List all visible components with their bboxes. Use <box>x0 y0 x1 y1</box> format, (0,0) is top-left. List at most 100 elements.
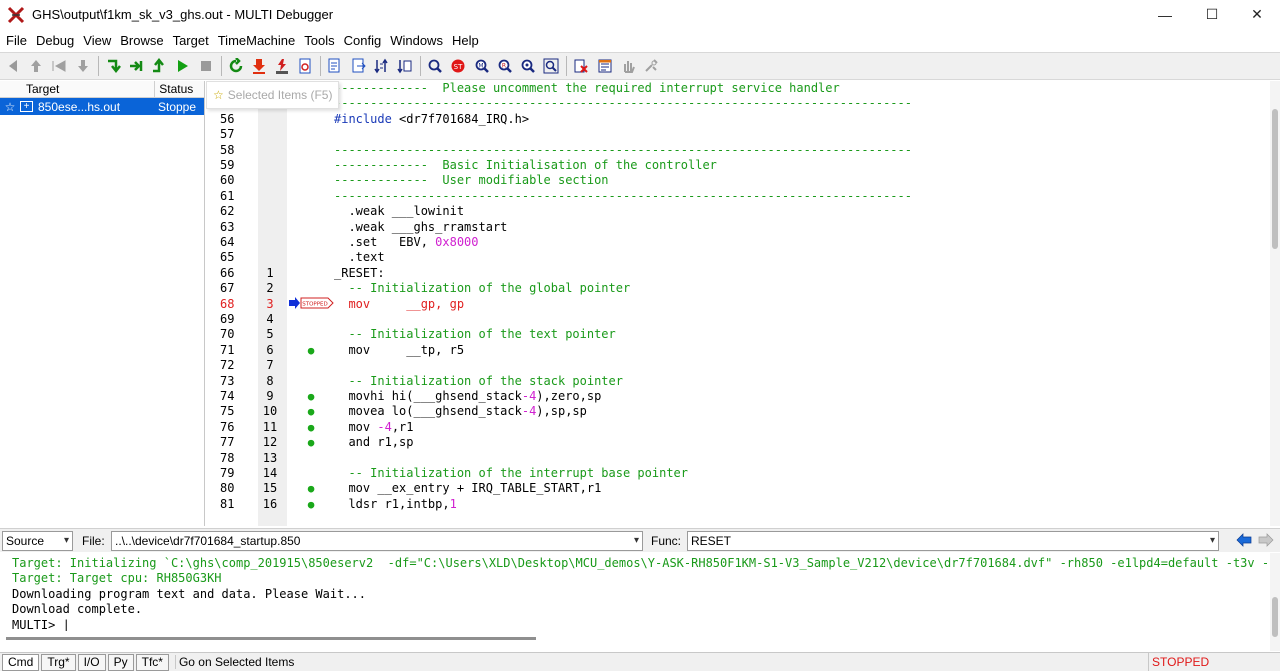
source-pane[interactable]: 54 ------------- Please uncomment the req… <box>206 81 1270 600</box>
menu-browse[interactable]: Browse <box>116 33 167 48</box>
command-pane[interactable]: Target: Initializing `C:\ghs\comp_201915… <box>0 553 1280 632</box>
back-icon[interactable] <box>2 55 24 77</box>
close-button[interactable]: ✕ <box>1234 0 1280 29</box>
call-stack-icon[interactable] <box>371 55 393 77</box>
source-line[interactable]: 58 --------------------------------------… <box>206 143 1270 158</box>
source-line[interactable]: 77 12 ● and r1,sp <box>206 435 1270 450</box>
watch-icon[interactable] <box>540 55 562 77</box>
source-line[interactable]: 63 .weak ___ghs_rramstart <box>206 220 1270 235</box>
hand-icon[interactable] <box>617 55 639 77</box>
source-line[interactable]: 74 9 ● movhi hi(___ghsend_stack-4),zero,sp <box>206 389 1270 404</box>
menu-tools[interactable]: Tools <box>300 33 338 48</box>
tab-cmd[interactable]: Cmd <box>2 653 40 671</box>
source-line[interactable]: 73 8 -- Initialization of the stack point… <box>206 374 1270 389</box>
minimize-button[interactable]: — <box>1142 0 1188 29</box>
quick-view-icon[interactable] <box>517 55 539 77</box>
source-line[interactable]: 69 4 <box>206 312 1270 327</box>
breakpoint-list-icon[interactable]: ST <box>447 55 469 77</box>
customize-icon[interactable] <box>640 55 662 77</box>
maximize-button[interactable]: ☐ <box>1189 0 1235 29</box>
step-into-icon[interactable] <box>102 55 124 77</box>
target-list-icon[interactable] <box>594 55 616 77</box>
step-out-icon[interactable] <box>148 55 170 77</box>
column-header-target[interactable]: Target <box>0 81 154 97</box>
source-line[interactable]: 56 #include <dr7f701684_IRQ.h> <box>206 112 1270 127</box>
command-scroll-thumb[interactable] <box>1272 597 1278 637</box>
source-line[interactable]: 71 6 ● mov __tp, r5 <box>206 343 1270 358</box>
source-scroll-thumb[interactable] <box>1272 109 1278 249</box>
download-icon[interactable] <box>248 55 270 77</box>
tab-py[interactable]: Py <box>107 653 134 671</box>
breakpoint-dot-icon[interactable]: ● <box>306 404 316 419</box>
menu-config[interactable]: Config <box>340 33 386 48</box>
command-horizontal-scroll-track[interactable] <box>0 631 1270 651</box>
up-stack-icon[interactable] <box>25 55 47 77</box>
source-line[interactable]: 64 .set EBV, 0x8000 <box>206 235 1270 250</box>
menu-file[interactable]: File <box>2 33 31 48</box>
source-line[interactable]: 70 5 -- Initialization of the text pointe… <box>206 327 1270 342</box>
source-line[interactable]: 72 7 <box>206 358 1270 373</box>
command-vertical-scrollbar[interactable] <box>1270 553 1280 651</box>
expand-icon[interactable]: + <box>20 101 33 112</box>
source-line[interactable]: 60 ------------- User modifiable section <box>206 173 1270 188</box>
breakpoint-dot-icon[interactable]: ● <box>306 389 316 404</box>
memory-view-icon[interactable]: M <box>471 55 493 77</box>
source-vertical-scrollbar[interactable] <box>1270 81 1280 526</box>
step-over-icon[interactable] <box>125 55 147 77</box>
file-combo[interactable]: ..\..\device\dr7f701684_startup.850 ▾ <box>111 531 643 551</box>
column-header-status[interactable]: Status <box>154 81 204 97</box>
down-stack-icon[interactable] <box>72 55 94 77</box>
menu-help[interactable]: Help <box>448 33 483 48</box>
source-line[interactable]: 81 16 ● ldsr r1,intbp,1 <box>206 497 1270 512</box>
source-line[interactable]: 75 10 ● movea lo(___ghsend_stack-4),sp,sp <box>206 404 1270 419</box>
toolbar-separator <box>97 56 99 76</box>
goto-source-icon[interactable] <box>348 55 370 77</box>
source-line[interactable]: 67 2 -- Initialization of the global poin… <box>206 281 1270 296</box>
menu-view[interactable]: View <box>79 33 115 48</box>
source-line[interactable]: 68 3 mov __gp, gp <box>206 297 1270 312</box>
func-combo[interactable]: RESET ▾ <box>687 531 1219 551</box>
source-line[interactable]: 66 1 _RESET: <box>206 266 1270 281</box>
reset-target-icon[interactable] <box>294 55 316 77</box>
flash-icon[interactable] <box>271 55 293 77</box>
restart-icon[interactable] <box>225 55 247 77</box>
halt-icon[interactable] <box>195 55 217 77</box>
nav-forward-icon[interactable] <box>1257 531 1275 549</box>
restart-left-icon[interactable] <box>48 55 70 77</box>
source-line[interactable]: 79 14 -- Initialization of the interrupt … <box>206 466 1270 481</box>
source-line[interactable]: 76 11 ● mov -4,r1 <box>206 420 1270 435</box>
menu-debug[interactable]: Debug <box>32 33 78 48</box>
source-line[interactable]: 59 ------------- Basic Initialisation of … <box>206 158 1270 173</box>
browse-icon[interactable] <box>424 55 446 77</box>
breakpoint-dot-icon[interactable]: ● <box>306 481 316 496</box>
breakpoint-dot-icon[interactable]: ● <box>306 435 316 450</box>
star-icon[interactable]: ☆ <box>0 100 20 114</box>
remove-breakpoints-icon[interactable] <box>570 55 592 77</box>
source-line[interactable]: 80 15 ● mov __ex_entry + IRQ_TABLE_START,r… <box>206 481 1270 496</box>
source-line[interactable]: 61 --------------------------------------… <box>206 189 1270 204</box>
target-row[interactable]: ☆ + 850ese...hs.out Stoppe <box>0 98 204 115</box>
source-line[interactable]: 55--------------------------------------… <box>206 96 1270 111</box>
source-line[interactable]: 62 .weak ___lowinit <box>206 204 1270 219</box>
multi-app-icon[interactable] <box>6 5 26 25</box>
source-line[interactable]: 54------------- Please uncomment the req… <box>206 81 1270 96</box>
tab-tfc[interactable]: Tfc* <box>135 653 169 671</box>
source-line[interactable]: 57 <box>206 127 1270 142</box>
breakpoint-dot-icon[interactable]: ● <box>306 420 316 435</box>
tab-trg[interactable]: Trg* <box>41 653 76 671</box>
breakpoint-dot-icon[interactable]: ● <box>306 343 316 358</box>
menu-windows[interactable]: Windows <box>386 33 447 48</box>
breakpoint-dot-icon[interactable]: ● <box>306 497 316 512</box>
run-icon[interactable] <box>171 55 193 77</box>
command-horizontal-scrollbar[interactable] <box>6 637 536 640</box>
source-line[interactable]: 78 13 <box>206 451 1270 466</box>
register-view-icon[interactable]: R <box>494 55 516 77</box>
tab-io[interactable]: I/O <box>77 653 106 671</box>
open-source-icon[interactable] <box>324 55 346 77</box>
source-mode-combo[interactable]: Source ▾ <box>2 531 73 551</box>
menu-timemachine[interactable]: TimeMachine <box>214 33 300 48</box>
source-line[interactable]: 65 .text <box>206 250 1270 265</box>
menu-target[interactable]: Target <box>169 33 213 48</box>
nav-back-icon[interactable] <box>1235 531 1253 549</box>
local-variables-icon[interactable] <box>394 55 416 77</box>
